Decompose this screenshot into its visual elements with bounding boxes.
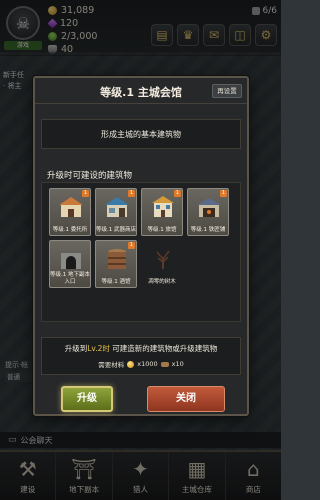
building-card[interactable]: 凋零的树木 (141, 240, 183, 288)
building-card[interactable]: 1 等级.1 委托所 (49, 188, 91, 236)
upgrade-suffix: 可建造新的建筑物或升级建筑物 (109, 344, 218, 353)
building-name: 等级.1 委托所 (52, 226, 88, 233)
building-card[interactable]: 1 等级.1 武器商店 (95, 188, 137, 236)
guild-office-icon (59, 197, 83, 217)
building-name: 等级.1 铁匠铺 (190, 226, 226, 233)
building-name: 等级.1 武器商店 (96, 226, 136, 233)
blacksmith-icon (197, 198, 221, 217)
upgrade-prefix: 升级到 (64, 344, 88, 353)
building-card[interactable]: 1 等级.1 旅馆 (141, 188, 183, 236)
close-button[interactable]: 关闭 (147, 386, 225, 412)
cost-wood: x10 (171, 360, 184, 368)
unlock-section-title: 升级时可建设的建筑物 (47, 171, 133, 181)
building-name: 等级.1 地下副本入口 (50, 272, 90, 285)
cost-line: 需要材料 x1000 x10 (42, 359, 240, 369)
upgrade-level: Lv.2时 (87, 344, 110, 353)
wood-icon (160, 361, 169, 367)
building-info-modal: 等级.1 主城会馆 再设置 形成主城的基本建筑物 升级时可建设的建筑物 1 等级… (33, 76, 249, 416)
unlock-panel: 1 等级.1 委托所 1 等级.1 武器商店 1 等级.1 旅馆 1 等级.1 … (41, 182, 241, 322)
upgrade-info-text: 升级到Lv.2时 可建造新的建筑物或升级建筑物 (42, 343, 240, 354)
tavern-icon (108, 249, 126, 269)
withered-tree-icon (156, 250, 170, 269)
building-name: 等级.1 旅馆 (147, 226, 177, 233)
new-badge: 1 (220, 190, 227, 197)
dungeon-entrance-icon (61, 253, 81, 269)
building-grid: 1 等级.1 委托所 1 等级.1 武器商店 1 等级.1 旅馆 1 等级.1 … (49, 188, 235, 288)
building-description: 形成主城的基本建筑物 (101, 129, 181, 139)
new-badge: 1 (174, 190, 181, 197)
building-card[interactable]: 1 等级.1 铁匠铺 (187, 188, 229, 236)
gold-coin-icon (127, 360, 135, 368)
building-card[interactable]: 等级.1 地下副本入口 (49, 240, 91, 288)
new-badge: 1 (128, 242, 135, 249)
building-name: 凋零的树木 (148, 278, 176, 285)
upgrade-button[interactable]: 升级 (61, 386, 113, 412)
building-name: 等级.1 酒馆 (101, 278, 131, 285)
new-badge: 1 (82, 190, 89, 197)
description-box: 形成主城的基本建筑物 (41, 119, 241, 149)
inn-icon (152, 196, 174, 217)
reset-button[interactable]: 再设置 (212, 84, 242, 98)
new-badge: 1 (128, 190, 135, 197)
building-card[interactable]: 1 等级.1 酒馆 (95, 240, 137, 288)
upgrade-info-box: 升级到Lv.2时 可建造新的建筑物或升级建筑物 需要材料 x1000 x10 (41, 337, 241, 375)
cost-gold: x1000 (137, 360, 158, 368)
modal-header: 等级.1 主城会馆 再设置 (35, 78, 247, 104)
cost-label: 需要材料 (98, 361, 125, 369)
weapon-shop-icon (105, 197, 129, 217)
